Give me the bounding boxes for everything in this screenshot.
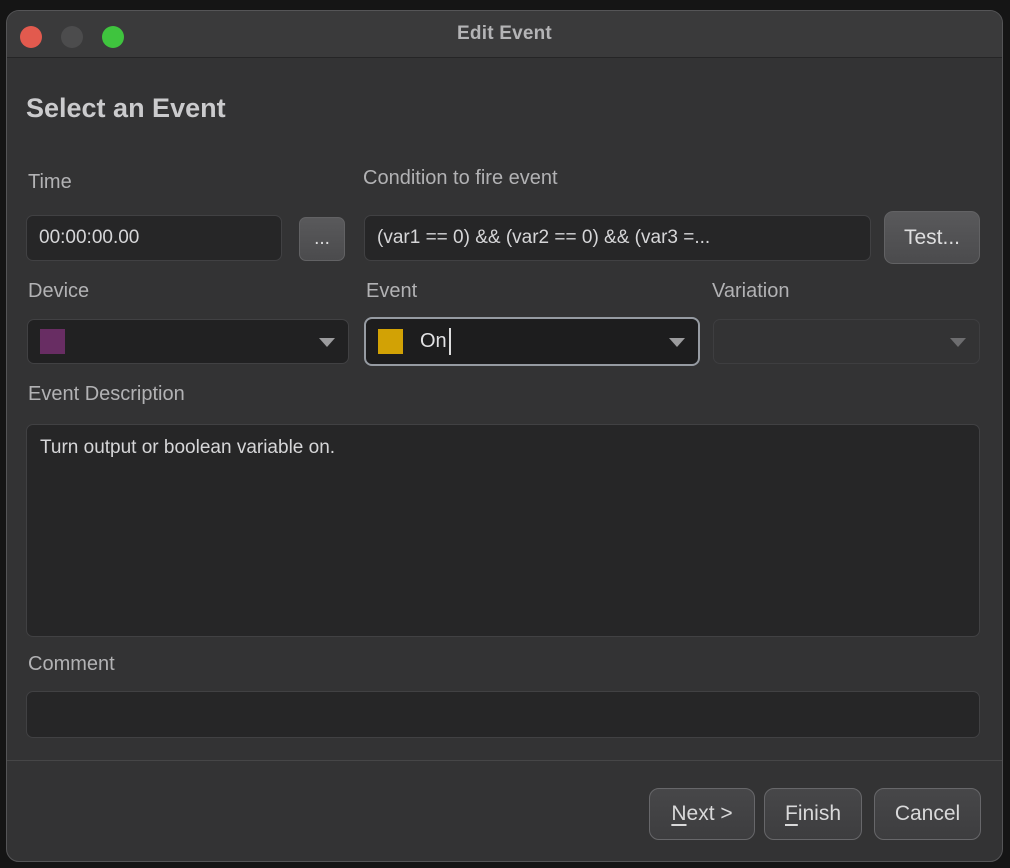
title-bar[interactable]: Edit Event: [7, 11, 1002, 58]
finish-button-mnemonic: F: [785, 802, 798, 825]
chevron-down-icon: [950, 338, 966, 347]
time-label: Time: [28, 171, 72, 194]
next-button-mnemonic: N: [671, 802, 686, 825]
cancel-button[interactable]: Cancel: [874, 788, 981, 840]
text-cursor: [449, 328, 451, 355]
event-value: On: [420, 330, 447, 353]
variation-label: Variation: [712, 280, 789, 303]
next-button-label: ext >: [687, 802, 733, 825]
window-title: Edit Event: [7, 23, 1002, 45]
footer-divider: [7, 760, 1002, 761]
chevron-down-icon: [319, 338, 335, 347]
condition-test-button[interactable]: Test...: [884, 211, 980, 264]
next-button[interactable]: Next >: [649, 788, 755, 840]
time-browse-button[interactable]: ...: [299, 217, 345, 261]
device-color-swatch: [40, 329, 65, 354]
device-label: Device: [28, 280, 89, 303]
event-label: Event: [366, 280, 417, 303]
edit-event-dialog: Edit Event Select an Event Time ... Cond…: [6, 10, 1003, 862]
description-textarea[interactable]: Turn output or boolean variable on.: [26, 424, 980, 637]
event-dropdown[interactable]: On: [364, 317, 700, 366]
comment-input[interactable]: [26, 691, 980, 738]
chevron-down-icon: [669, 338, 685, 347]
finish-button-label: inish: [798, 802, 841, 825]
condition-label: Condition to fire event: [363, 167, 558, 190]
page-title: Select an Event: [26, 93, 226, 124]
description-label: Event Description: [28, 383, 185, 406]
finish-button[interactable]: Finish: [764, 788, 862, 840]
cancel-button-label: Cancel: [895, 802, 960, 825]
device-dropdown[interactable]: [27, 319, 349, 364]
comment-label: Comment: [28, 653, 115, 676]
condition-input[interactable]: [364, 215, 871, 261]
event-color-swatch: [378, 329, 403, 354]
time-input[interactable]: [26, 215, 282, 261]
variation-dropdown: [713, 319, 980, 364]
